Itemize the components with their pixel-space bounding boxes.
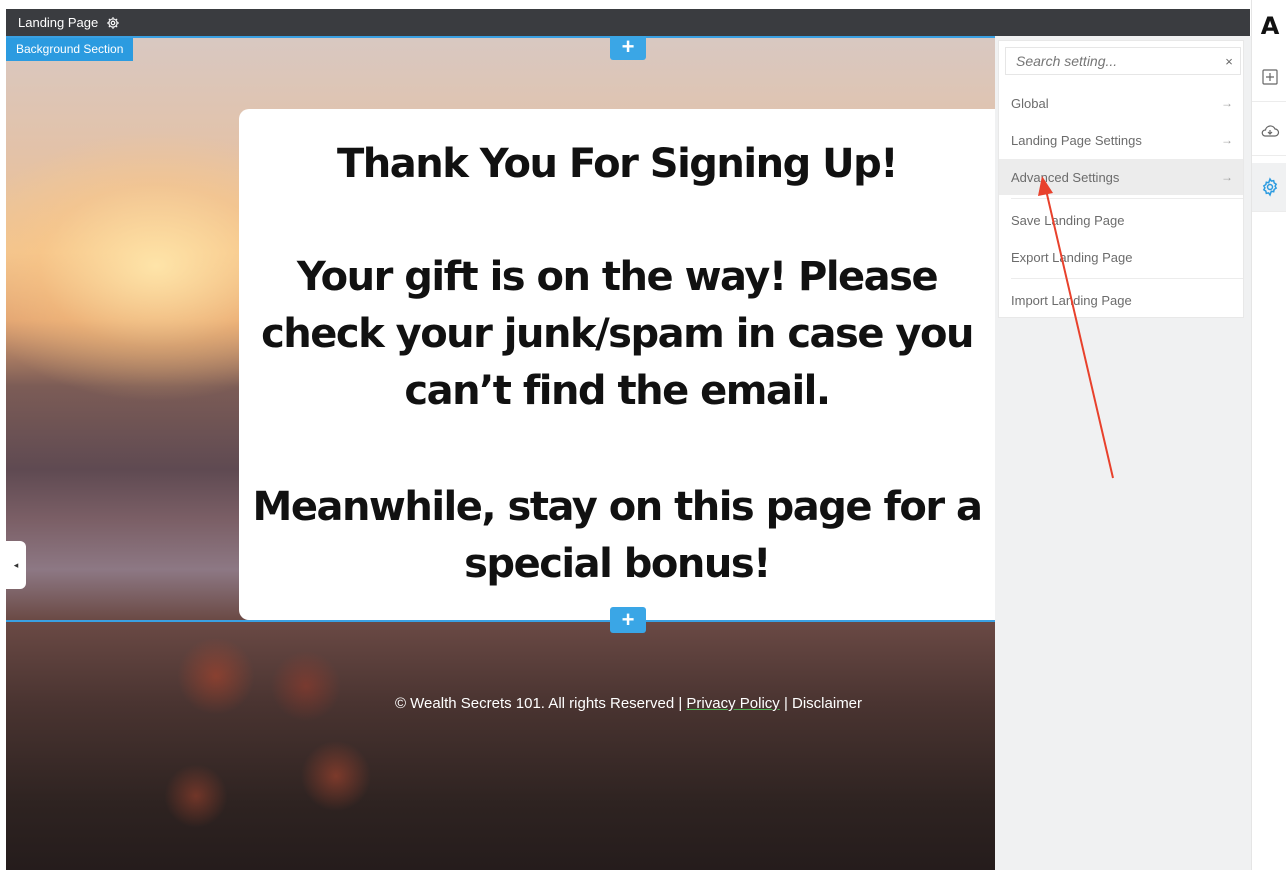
menu-item-save-landing-page[interactable]: Save Landing Page	[999, 202, 1243, 238]
right-icon-bar: A	[1251, 0, 1286, 870]
thank-you-card[interactable]: Thank You For Signing Up! Your gift is o…	[239, 109, 995, 620]
disclaimer-link[interactable]: Disclaimer	[792, 695, 862, 712]
settings-menu: × Global → Landing Page Settings → Advan…	[998, 40, 1244, 318]
menu-item-advanced-settings[interactable]: Advanced Settings →	[999, 159, 1243, 195]
clear-search-icon[interactable]: ×	[1218, 54, 1240, 69]
editor-top-bar: Landing Page	[6, 9, 1250, 36]
add-section-bottom-button[interactable]: +	[610, 607, 646, 633]
menu-item-label: Landing Page Settings	[1011, 132, 1142, 148]
page-title: Landing Page	[18, 15, 99, 30]
menu-item-label: Advanced Settings	[1011, 169, 1120, 185]
copyright-text: © Wealth Secrets 101. All rights Reserve…	[394, 695, 687, 712]
arrow-right-icon: →	[1221, 133, 1233, 147]
menu-item-label: Export Landing Page	[1011, 249, 1133, 265]
arrow-right-icon: →	[1221, 170, 1233, 184]
settings-panel: × Global → Landing Page Settings → Advan…	[995, 36, 1251, 870]
footer-separator: |	[779, 695, 793, 712]
menu-item-landing-page-settings[interactable]: Landing Page Settings →	[999, 122, 1243, 158]
footer-text: © Wealth Secrets 101. All rights Reserve…	[6, 695, 995, 712]
bonus-message: Meanwhile, stay on this page for a speci…	[252, 484, 983, 587]
menu-item-import-landing-page[interactable]: Import Landing Page	[999, 282, 1243, 318]
add-section-top-button[interactable]: +	[610, 36, 646, 60]
app-logo: A	[1260, 12, 1280, 40]
settings-gear-icon[interactable]	[1252, 163, 1286, 212]
search-setting-box[interactable]: ×	[1005, 47, 1241, 75]
menu-item-label: Global	[1011, 95, 1049, 111]
menu-item-label: Import Landing Page	[1011, 292, 1132, 308]
menu-divider	[1011, 278, 1243, 279]
menu-divider	[1011, 198, 1243, 199]
search-input[interactable]	[1006, 52, 1218, 70]
section-top-border	[6, 36, 995, 38]
menu-item-label: Save Landing Page	[1011, 212, 1125, 228]
menu-item-global[interactable]: Global →	[999, 85, 1243, 121]
privacy-policy-link[interactable]: Privacy Policy	[686, 695, 779, 712]
collapse-left-handle[interactable]: ◂	[6, 541, 26, 589]
section-bottom-border	[6, 620, 995, 622]
gift-message: Your gift is on the way! Please check yo…	[261, 254, 974, 414]
cloud-icon[interactable]	[1252, 107, 1286, 156]
add-element-icon[interactable]	[1252, 53, 1286, 102]
background-section-tag[interactable]: Background Section	[6, 38, 134, 61]
page-canvas[interactable]: Background Section + Thank You For Signi…	[6, 36, 995, 870]
gear-icon[interactable]	[106, 16, 120, 30]
thank-you-heading: Thank You For Signing Up!	[337, 141, 899, 187]
menu-item-export-landing-page[interactable]: Export Landing Page	[999, 239, 1243, 275]
arrow-right-icon: →	[1221, 96, 1233, 110]
